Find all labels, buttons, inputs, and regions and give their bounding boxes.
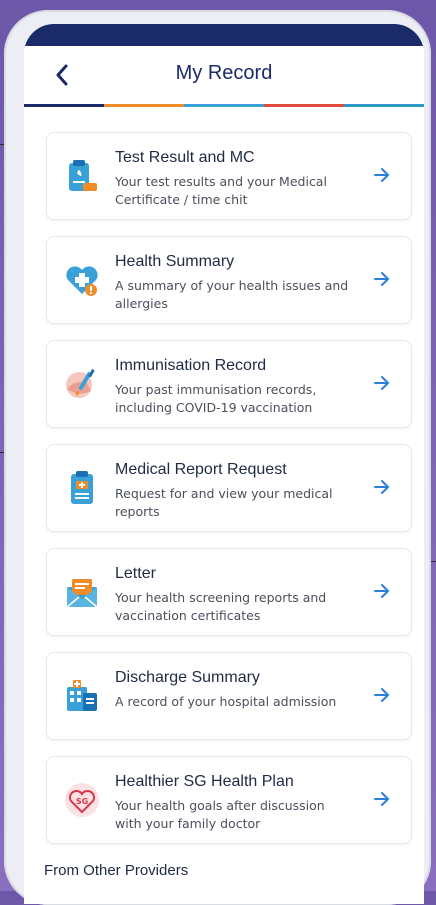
- record-description: Request for and view your medical report…: [115, 486, 333, 519]
- record-card-medical-report[interactable]: Medical Report Request Request for and v…: [46, 444, 412, 532]
- stripe-segment: [24, 104, 104, 107]
- healthier-sg-badge-text: SG: [76, 797, 88, 806]
- record-card-healthier-sg[interactable]: SG Healthier SG Health Plan Your health …: [46, 756, 412, 844]
- record-description: A summary of your health issues and alle…: [115, 278, 349, 311]
- record-description: Your health goals after discussion with …: [115, 798, 325, 831]
- record-card-test-result[interactable]: Test Result and MC Your test results and…: [46, 132, 412, 220]
- arrow-right-icon: [374, 376, 389, 390]
- record-title: Letter: [115, 565, 156, 582]
- stripe-segment: [104, 104, 184, 107]
- immunisation-icon: [66, 369, 95, 398]
- healthier-sg-icon: SG: [65, 783, 99, 817]
- record-card-immunisation[interactable]: Immunisation Record Your past immunisati…: [46, 340, 412, 428]
- test-result-icon: [69, 160, 97, 191]
- record-description: Your past immunisation records, includin…: [115, 382, 317, 415]
- record-description: A record of your hospital admission: [115, 694, 337, 709]
- header-color-stripe: [24, 104, 424, 107]
- record-title: Health Summary: [115, 253, 235, 270]
- stripe-segment: [184, 104, 264, 107]
- record-card-letter[interactable]: Letter Your health screening reports and…: [46, 548, 412, 636]
- record-title: Discharge Summary: [115, 669, 260, 686]
- stripe-segment: [344, 104, 424, 107]
- stripe-segment: [264, 104, 344, 107]
- record-title: Healthier SG Health Plan: [115, 773, 294, 790]
- arrow-right-icon: [374, 688, 389, 702]
- arrow-right-icon: [374, 272, 389, 286]
- phone-frame: My Record Test Result and MC Your test r…: [4, 10, 431, 905]
- record-card-health-summary[interactable]: Health Summary A summary of your health …: [46, 236, 412, 324]
- discharge-summary-icon: [67, 680, 97, 711]
- page-header: My Record: [24, 46, 424, 104]
- medical-report-icon: [71, 471, 93, 504]
- arrow-right-icon: [374, 480, 389, 494]
- record-title: Immunisation Record: [115, 357, 267, 374]
- record-title: Medical Report Request: [115, 461, 287, 478]
- page-title: My Record: [175, 62, 273, 84]
- health-summary-icon: [66, 266, 98, 296]
- record-card-discharge-summary[interactable]: Discharge Summary A record of your hospi…: [46, 652, 412, 740]
- status-bar: [24, 24, 424, 46]
- arrow-right-icon: [374, 168, 389, 182]
- record-title: Test Result and MC: [115, 149, 255, 166]
- arrow-right-icon: [374, 584, 389, 598]
- arrow-right-icon: [374, 792, 389, 806]
- section-heading-other-providers: From Other Providers: [44, 862, 189, 879]
- app-screen: My Record Test Result and MC Your test r…: [24, 24, 424, 904]
- letter-icon: [66, 579, 98, 608]
- record-description: Your test results and your Medical Certi…: [115, 174, 327, 207]
- record-description: Your health screening reports and vaccin…: [115, 590, 327, 623]
